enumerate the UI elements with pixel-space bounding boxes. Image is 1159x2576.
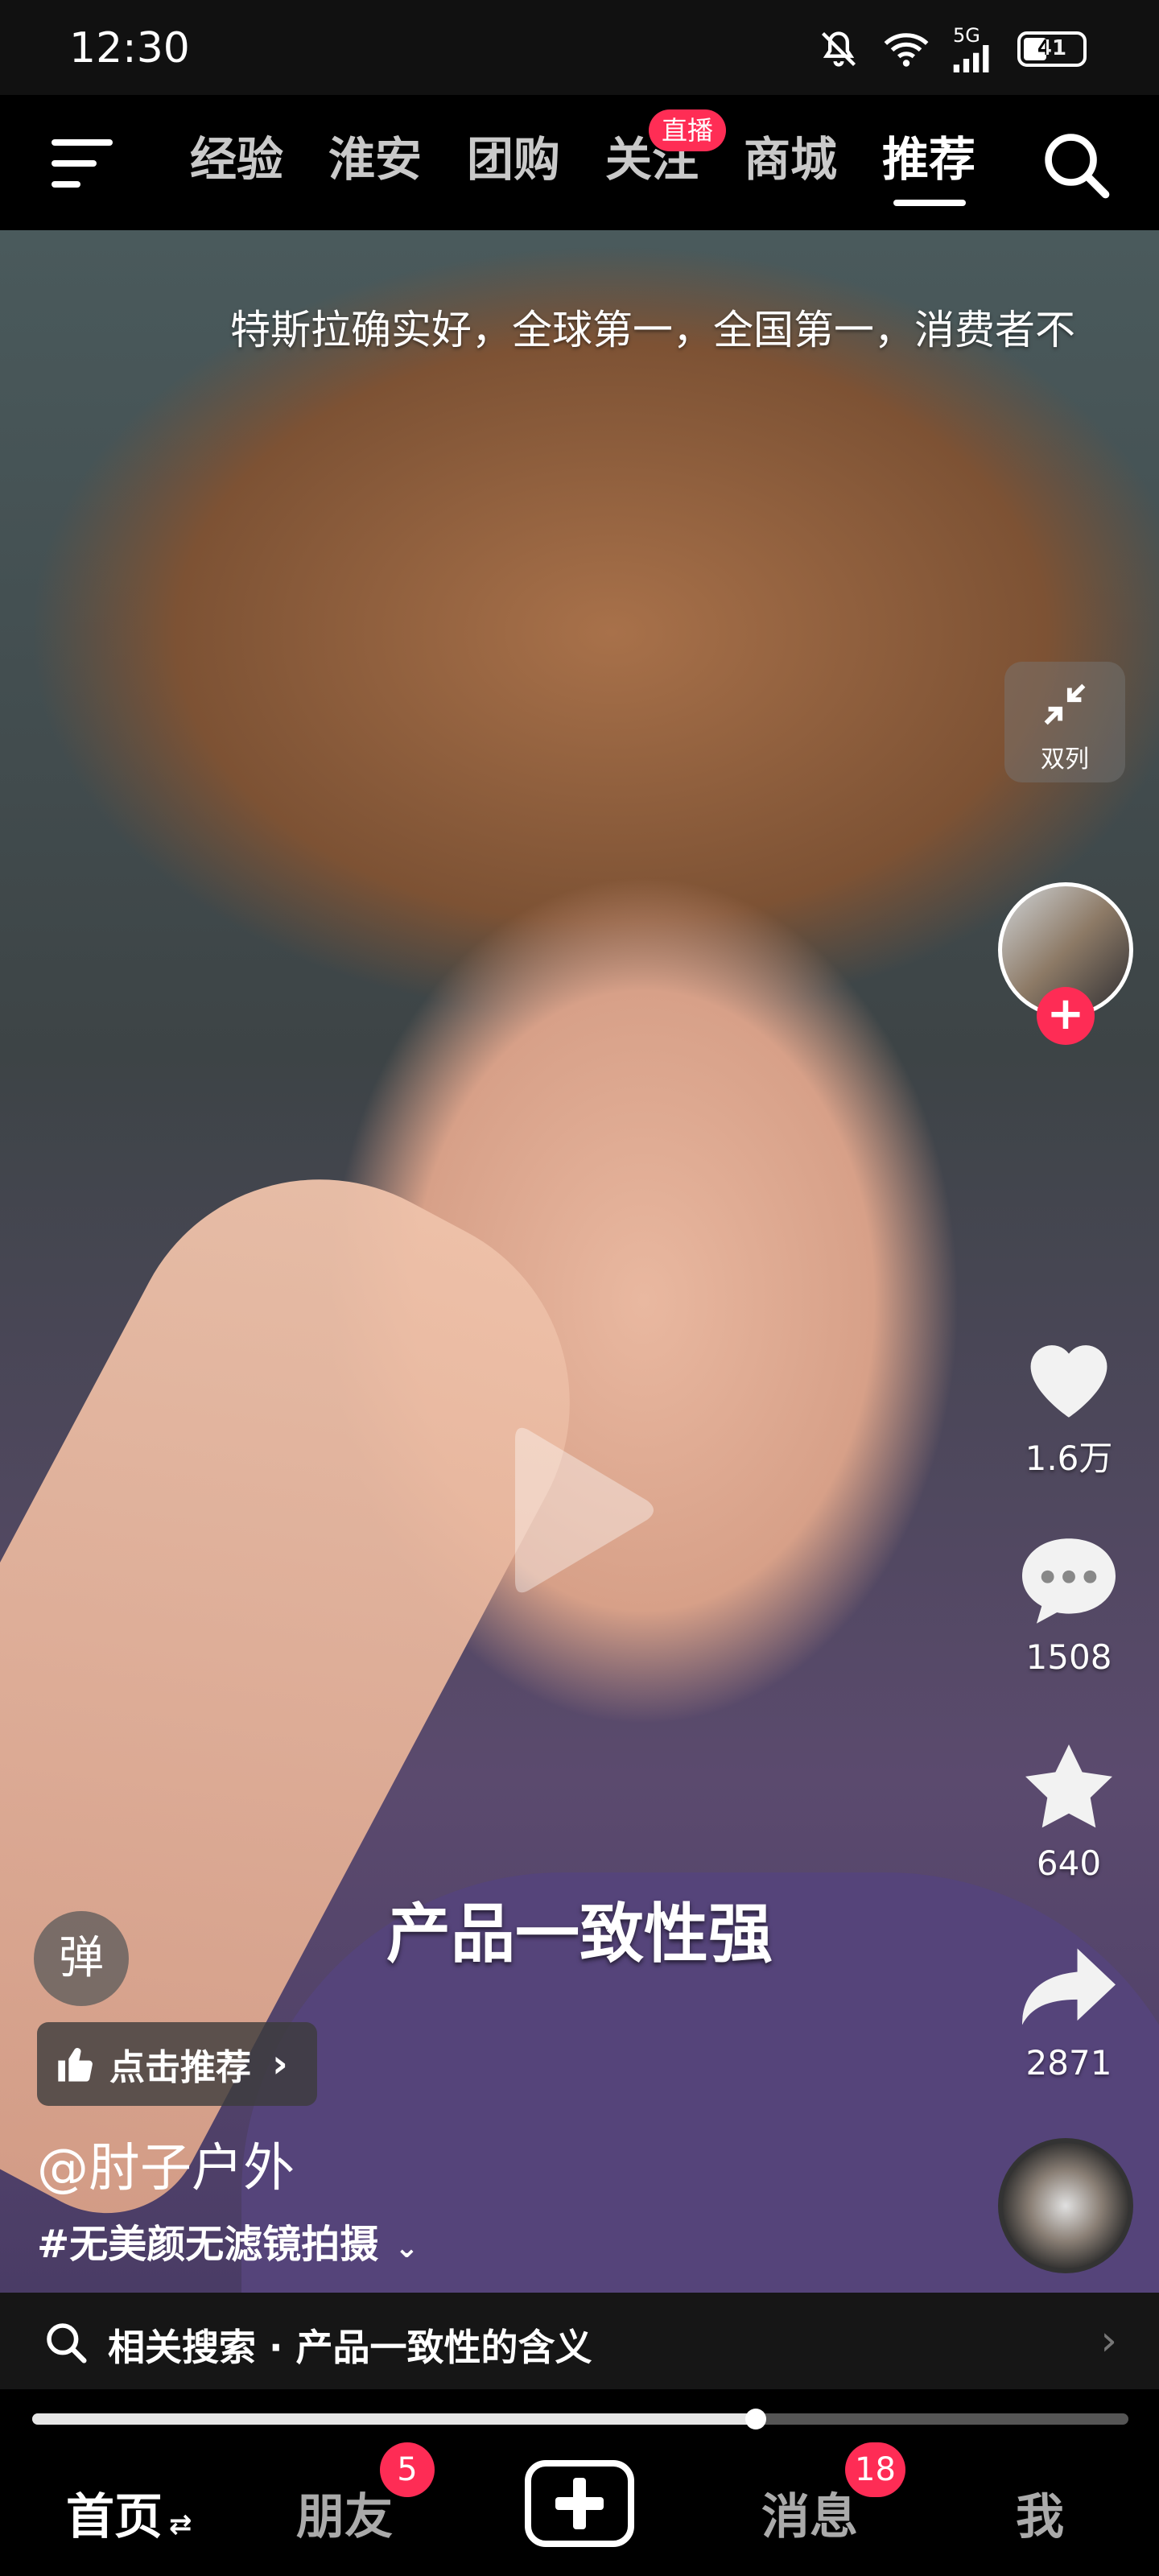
music-disc-avatar[interactable] [998,2138,1133,2273]
author-name[interactable]: @肘子户外 [37,2127,295,2201]
playback-progress-handle[interactable] [744,2409,766,2429]
share-button[interactable]: 2871 [996,1940,1141,2083]
favorite-count: 640 [1036,1843,1102,1883]
star-icon [1025,1744,1112,1828]
share-arrow-icon [1022,1948,1116,2025]
search-icon[interactable] [1041,130,1111,200]
tab-following[interactable]: 关注 直播 [605,109,744,200]
comment-count: 1508 [1025,1637,1112,1677]
nav-me-label: 我 [1016,2489,1064,2545]
heart-icon [1030,1345,1107,1418]
menu-icon[interactable] [52,135,116,192]
wifi-icon [884,33,929,67]
nav-me[interactable]: 我 [1016,2478,1064,2548]
tab-experience[interactable]: 经验 [190,127,328,200]
status-icons: 5G 41 [818,26,1087,72]
video-player[interactable]: 特斯拉确实好，全球第一，全国第一，消费者不 产品一致性强 弹 点击推荐 › @肘… [0,230,1159,2293]
recommend-label: 点击推荐 [109,2047,251,2088]
live-badge: 直播 [649,109,727,151]
status-time: 12:30 [69,24,190,72]
dual-column-button[interactable]: 双列 [1004,662,1125,782]
nav-home-label: 首页 [66,2489,163,2545]
follow-button[interactable]: + [1037,987,1095,1045]
nav-messages-label: 消息 [761,2489,858,2545]
playback-progress-bar[interactable] [32,2409,1128,2429]
signal-icon: 5G [953,26,993,72]
battery-icon: 41 [1017,31,1087,67]
comment-icon [1022,1538,1116,1624]
dual-column-label: 双列 [1041,745,1089,774]
friends-badge: 5 [380,2442,435,2497]
nav-friends-label: 朋友 [296,2489,393,2545]
bottom-nav: 首页 ⇄ 朋友 5 消息 18 我 [0,2439,1159,2576]
chevron-right-icon: › [1100,2317,1117,2365]
battery-level: 41 [1037,36,1067,60]
tab-huaian[interactable]: 淮安 [328,127,467,200]
collapse-icon [1044,683,1086,725]
tab-recommend[interactable]: 推荐 [882,127,1021,206]
nav-home[interactable]: 首页 ⇄ [66,2478,192,2548]
nav-friends[interactable]: 朋友 5 [296,2442,435,2548]
hashtag-text: #无美颜无滤镜拍摄 [37,2222,379,2267]
share-count: 2871 [1025,2043,1112,2083]
related-search-bar[interactable]: 相关搜索 · 产品一致性的含义 › [0,2293,1159,2389]
video-subtitle: 产品一致性强 [386,1897,773,1971]
top-nav: 经验 淮安 团购 关注 直播 商城 推荐 [0,95,1159,230]
play-icon[interactable] [499,1414,660,1607]
playback-progress-fill [32,2413,756,2425]
favorite-button[interactable]: 640 [996,1740,1141,1883]
nav-messages[interactable]: 消息 18 [761,2442,905,2548]
chevron-down-icon[interactable]: ⌄ [394,2231,419,2264]
danmaku-toggle-label: 弹 [59,1932,104,1984]
danmaku-comment: 特斯拉确实好，全球第一，全国第一，消费者不 [230,307,1075,353]
like-button[interactable]: 1.6万 [996,1328,1141,1480]
tab-mall[interactable]: 商城 [744,127,882,200]
thumbs-up-icon [58,2048,93,2082]
messages-badge: 18 [845,2442,905,2497]
like-count: 1.6万 [1025,1439,1113,1478]
recommend-button[interactable]: 点击推荐 › [37,2022,317,2106]
switch-arrows-icon: ⇄ [169,2508,192,2541]
network-type: 5G [953,24,980,47]
search-icon-small [47,2323,87,2363]
status-bar: 12:30 5G 41 [0,0,1159,95]
related-search-label: 相关搜索 · 产品一致性的含义 [108,2326,592,2369]
tab-group-buy[interactable]: 团购 [467,127,605,200]
top-tabs: 经验 淮安 团购 关注 直播 商城 推荐 [190,109,1021,206]
create-post-button[interactable] [525,2460,634,2547]
comment-button[interactable]: 1508 [996,1534,1141,1677]
hashtag-caption[interactable]: #无美颜无滤镜拍摄 ⌄ [37,2212,419,2268]
danmaku-toggle-button[interactable]: 弹 [34,1911,129,2006]
mute-icon [821,31,856,67]
chevron-right-icon: › [272,2041,288,2087]
